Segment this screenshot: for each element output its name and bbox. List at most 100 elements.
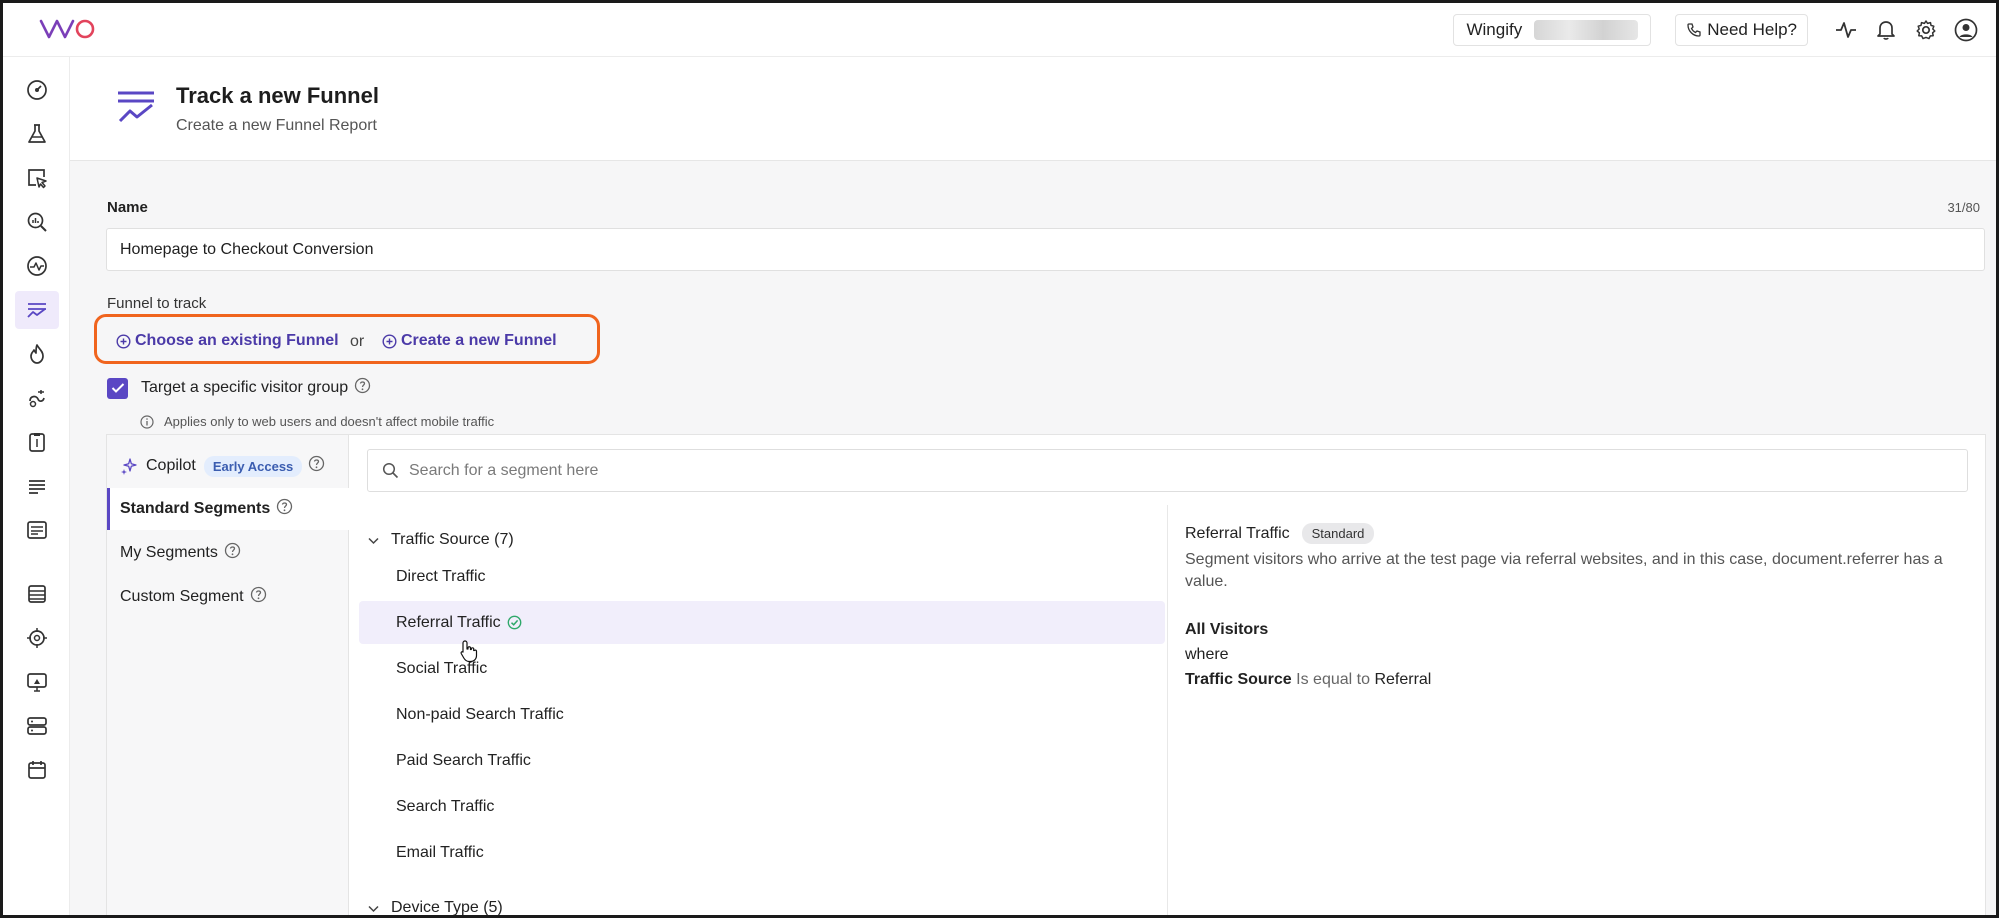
segment-label: Referral Traffic: [396, 613, 501, 631]
choose-existing-funnel-link[interactable]: Choose an existing Funnel: [116, 332, 339, 350]
name-char-count: 31/80: [1947, 200, 1980, 215]
survey-icon[interactable]: [15, 423, 59, 461]
segment-category-tabs: Copilot Early Access Standard Segments M…: [107, 435, 349, 915]
group-traffic-source[interactable]: Traffic Source (7): [367, 531, 514, 549]
tab-copilot-label: Copilot: [146, 457, 196, 474]
vwo-logo[interactable]: [39, 15, 99, 48]
top-bar: Wingify Need Help?: [3, 3, 1996, 57]
segment-detail-title: Referral Traffic Standard: [1185, 523, 1375, 544]
sparkle-icon: [121, 458, 137, 475]
page-subtitle: Create a new Funnel Report: [176, 117, 377, 134]
activity-icon[interactable]: [1830, 14, 1862, 46]
segment-detail-pane: Referral Traffic Standard Segment visito…: [1167, 505, 1985, 915]
help-question-icon[interactable]: [308, 455, 325, 477]
dashboard-icon[interactable]: [15, 71, 59, 109]
segment-audience: All Visitors: [1185, 621, 1269, 638]
check-circle-icon: [507, 615, 522, 630]
funnel-to-track-label: Funnel to track: [107, 295, 207, 312]
tab-standard-segments-label: Standard Segments: [120, 500, 271, 517]
hand-pointer-icon[interactable]: [15, 379, 59, 417]
help-question-icon[interactable]: [354, 377, 371, 399]
segment-detail-description: Segment visitors who arrive at the test …: [1185, 551, 1943, 590]
segment-social-traffic[interactable]: Social Traffic: [359, 647, 1165, 690]
chevron-down-icon: [368, 537, 379, 544]
account-switcher[interactable]: Wingify: [1453, 14, 1652, 46]
calendar-icon[interactable]: [15, 751, 59, 789]
page-title: Track a new Funnel: [176, 83, 379, 108]
segment-selector-panel: Copilot Early Access Standard Segments M…: [106, 434, 1986, 916]
list-icon[interactable]: [15, 467, 59, 505]
tab-standard-segments[interactable]: Standard Segments: [107, 488, 349, 530]
target-visitor-group-checkbox[interactable]: [107, 377, 128, 399]
funnel-report-icon: [116, 89, 156, 132]
early-access-badge: Early Access: [203, 455, 303, 477]
tab-my-segments[interactable]: My Segments: [107, 532, 349, 574]
top-bar-actions: Wingify Need Help?: [1453, 14, 1982, 46]
segment-label: Paid Search Traffic: [396, 751, 531, 769]
plus-circle-icon: [116, 333, 131, 349]
monitor-icon[interactable]: [15, 663, 59, 701]
info-icon: [140, 414, 154, 429]
account-id-redacted: [1534, 20, 1639, 40]
plus-circle-icon: [382, 333, 397, 349]
left-nav-rail: [3, 57, 70, 915]
tab-custom-segment-label: Custom Segment: [120, 588, 244, 605]
segment-label: Email Traffic: [396, 843, 484, 861]
segment-list: Traffic Source (7) Direct Traffic Referr…: [349, 505, 1171, 916]
segment-label: Search Traffic: [396, 797, 495, 815]
collapse-arrow-icon[interactable]: [23, 909, 35, 915]
segment-condition-field: Traffic Source: [1185, 671, 1292, 688]
table-icon[interactable]: [15, 575, 59, 613]
flame-icon[interactable]: [15, 335, 59, 373]
phone-icon: [1687, 23, 1701, 37]
app-frame: Wingify Need Help? Track a new Funnel Cr…: [0, 0, 1999, 918]
segment-direct-traffic[interactable]: Direct Traffic: [359, 555, 1165, 598]
need-help-button[interactable]: Need Help?: [1675, 14, 1808, 46]
segment-search-traffic[interactable]: Search Traffic: [359, 785, 1165, 828]
web-only-note-text: Applies only to web users and doesn't af…: [164, 414, 495, 429]
chevron-down-icon: [368, 905, 379, 912]
segment-condition-operator: Is equal to: [1296, 671, 1370, 688]
help-question-icon[interactable]: [224, 542, 241, 564]
segment-non-paid-search-traffic[interactable]: Non-paid Search Traffic: [359, 693, 1165, 736]
standard-badge: Standard: [1301, 523, 1375, 544]
server-icon[interactable]: [15, 707, 59, 745]
help-question-icon[interactable]: [276, 498, 293, 520]
cursor-click-icon[interactable]: [15, 159, 59, 197]
help-question-icon[interactable]: [250, 586, 267, 608]
group-device-type[interactable]: Device Type (5): [367, 899, 503, 916]
bell-icon[interactable]: [1870, 14, 1902, 46]
create-new-funnel-label: Create a new Funnel: [401, 332, 557, 349]
funnel-icon[interactable]: [15, 291, 59, 329]
web-only-note: Applies only to web users and doesn't af…: [140, 414, 494, 429]
segment-condition-value: Referral: [1374, 671, 1432, 688]
funnel-choice-highlight: Choose an existing Funnel or Create a ne…: [94, 314, 600, 364]
create-new-funnel-link[interactable]: Create a new Funnel: [382, 332, 557, 350]
pulse-icon[interactable]: [15, 247, 59, 285]
flask-icon[interactable]: [15, 115, 59, 153]
user-avatar-icon[interactable]: [1950, 14, 1982, 46]
segment-referral-traffic[interactable]: Referral Traffic: [359, 601, 1165, 644]
form-icon[interactable]: [15, 511, 59, 549]
target-icon[interactable]: [15, 619, 59, 657]
hand-cursor-icon: [459, 639, 479, 668]
target-visitor-group-label: Target a specific visitor group: [141, 379, 349, 396]
gear-icon[interactable]: [1910, 14, 1942, 46]
tab-copilot[interactable]: Copilot Early Access: [107, 445, 349, 487]
segment-detail-name: Referral Traffic: [1185, 524, 1290, 542]
name-label: Name: [107, 199, 148, 216]
or-separator: or: [350, 333, 365, 350]
group-device-type-label: Device Type (5): [391, 899, 503, 916]
segment-where: where: [1185, 646, 1229, 663]
segment-email-traffic[interactable]: Email Traffic: [359, 831, 1165, 874]
group-traffic-source-label: Traffic Source (7): [391, 531, 514, 548]
check-icon: [111, 383, 124, 393]
page-header: Track a new Funnel Create a new Funnel R…: [70, 57, 1996, 161]
account-name: Wingify: [1466, 20, 1523, 39]
tab-custom-segment[interactable]: Custom Segment: [107, 576, 349, 618]
zoom-insights-icon[interactable]: [15, 203, 59, 241]
need-help-label: Need Help?: [1707, 20, 1797, 39]
funnel-name-input[interactable]: [106, 228, 1985, 271]
segment-paid-search-traffic[interactable]: Paid Search Traffic: [359, 739, 1165, 782]
segment-search-input[interactable]: [409, 461, 1909, 480]
